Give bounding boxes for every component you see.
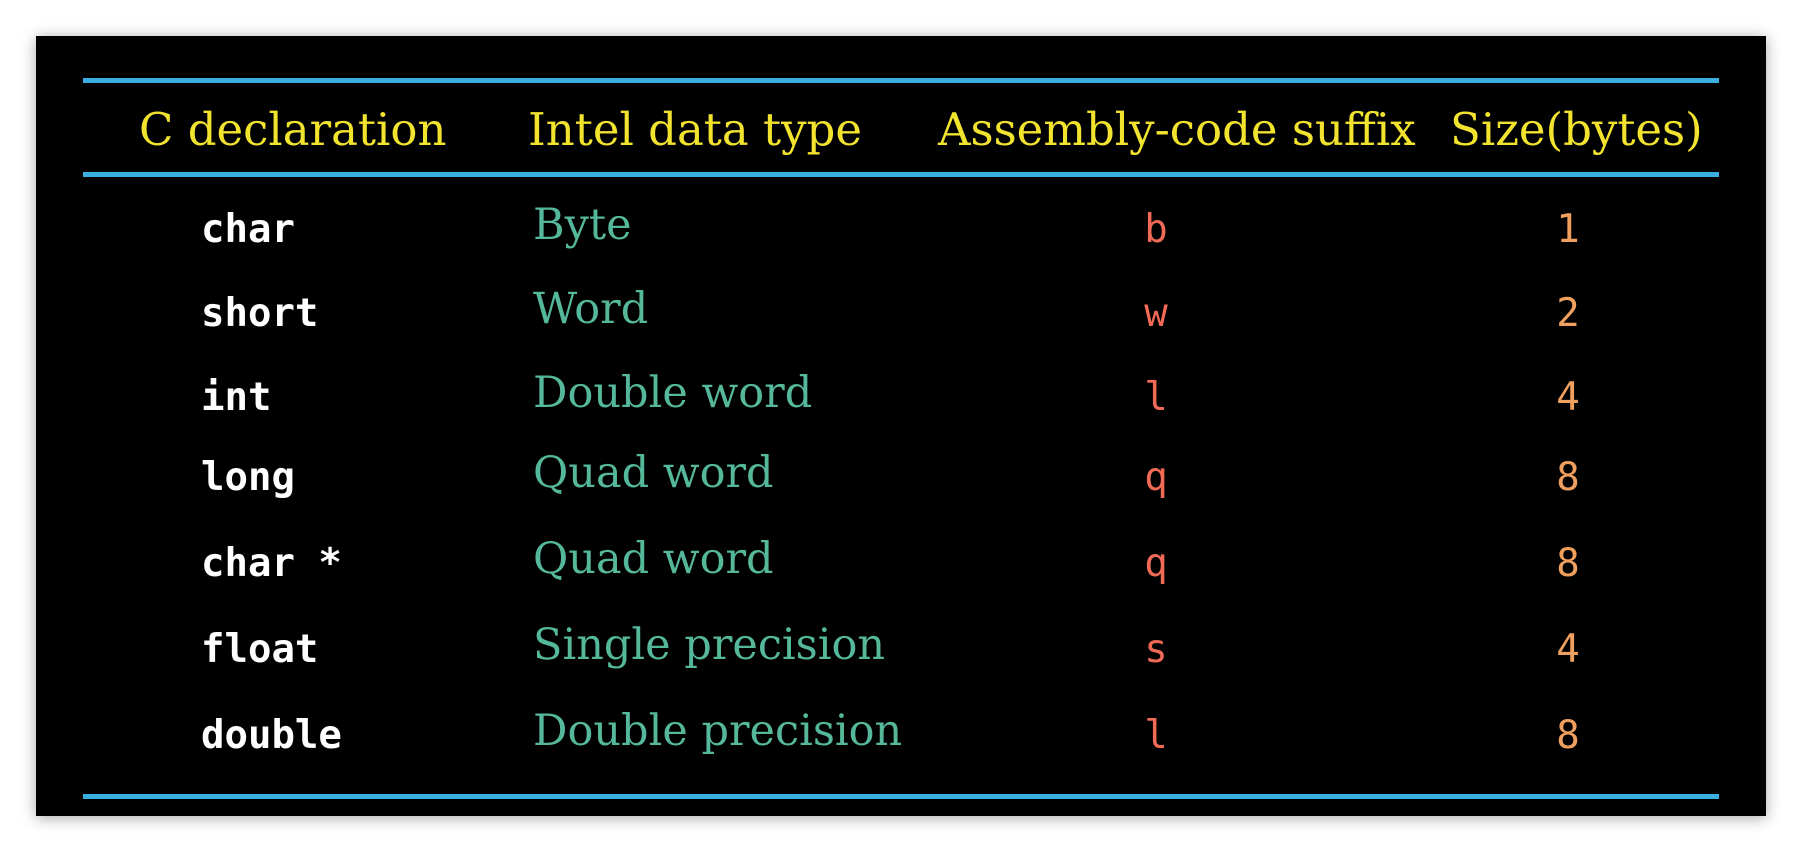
suffix-cell: q	[1144, 541, 1168, 586]
table-row: char Byte b 1	[36, 192, 1766, 262]
header-c-declaration: C declaration	[139, 103, 447, 156]
table-row: int Double word l 4	[36, 360, 1766, 430]
suffix-cell: q	[1144, 455, 1168, 500]
intel-data-type-cell: Double word	[533, 368, 813, 418]
data-type-table-panel: C declaration Intel data type Assembly-c…	[36, 36, 1766, 816]
c-declaration-cell: float	[201, 627, 319, 672]
c-declaration-cell: char *	[201, 541, 342, 586]
size-cell: 8	[1556, 455, 1580, 500]
size-cell: 4	[1556, 627, 1580, 672]
table-row: long Quad word q 8	[36, 440, 1766, 510]
table-bottom-rule	[83, 794, 1719, 799]
table-top-rule	[83, 78, 1719, 83]
table-row: short Word w 2	[36, 276, 1766, 346]
table-row: char * Quad word q 8	[36, 526, 1766, 596]
table-row: float Single precision s 4	[36, 612, 1766, 682]
table-row: double Double precision l 8	[36, 698, 1766, 768]
intel-data-type-cell: Quad word	[533, 448, 774, 498]
suffix-cell: w	[1144, 291, 1168, 336]
size-cell: 8	[1556, 541, 1580, 586]
size-cell: 2	[1556, 291, 1580, 336]
intel-data-type-cell: Double precision	[533, 706, 903, 756]
header-assembly-suffix: Assembly-code suffix	[938, 103, 1416, 156]
suffix-cell: l	[1144, 375, 1168, 420]
header-size-bytes: Size(bytes)	[1450, 103, 1703, 156]
c-declaration-cell: int	[201, 375, 272, 420]
size-cell: 8	[1556, 713, 1580, 758]
suffix-cell: l	[1144, 713, 1168, 758]
size-cell: 4	[1556, 375, 1580, 420]
suffix-cell: b	[1144, 207, 1168, 252]
suffix-cell: s	[1144, 627, 1168, 672]
size-cell: 1	[1556, 207, 1580, 252]
c-declaration-cell: char	[201, 207, 295, 252]
c-declaration-cell: long	[201, 455, 295, 500]
intel-data-type-cell: Word	[533, 284, 649, 334]
intel-data-type-cell: Byte	[533, 200, 632, 250]
header-intel-data-type: Intel data type	[528, 103, 862, 156]
c-declaration-cell: double	[201, 713, 342, 758]
intel-data-type-cell: Single precision	[533, 620, 886, 670]
intel-data-type-cell: Quad word	[533, 534, 774, 584]
table-header-rule	[83, 172, 1719, 177]
c-declaration-cell: short	[201, 291, 319, 336]
